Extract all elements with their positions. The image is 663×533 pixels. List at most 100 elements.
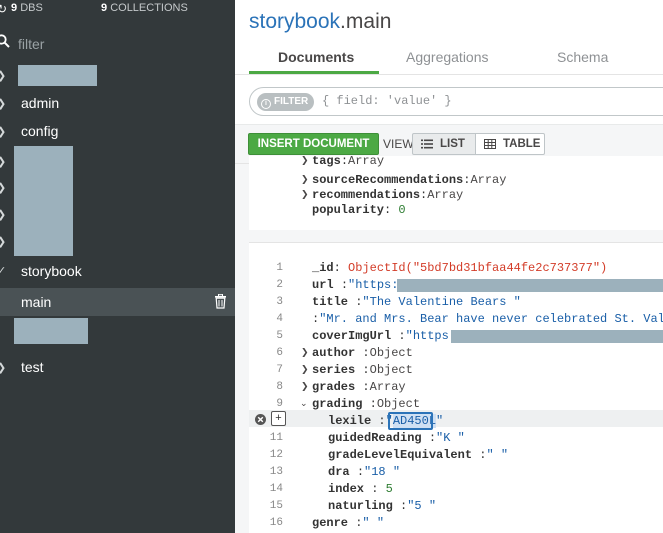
redacted-block xyxy=(14,318,88,344)
line-number: 2 xyxy=(276,279,283,291)
sidebar-db-storybook[interactable]: ✓ storybook xyxy=(0,260,235,284)
sidebar-db-admin[interactable]: ❯ admin xyxy=(0,92,235,116)
refresh-icon[interactable]: ↻ xyxy=(0,2,9,16)
field-source-recommendations[interactable]: sourceRecommendations:Array xyxy=(312,173,506,187)
collections-stat: 9 COLLECTIONS xyxy=(101,2,188,14)
sidebar-db-redacted[interactable]: ❯ xyxy=(0,176,235,200)
line-number: 3 xyxy=(276,296,283,308)
field-genre[interactable]: genre :" " xyxy=(312,516,384,530)
field-cover-img-url[interactable]: coverImgUrl :"https:// xyxy=(312,329,470,343)
title-collection: main xyxy=(345,10,392,33)
line-number: 15 xyxy=(269,500,283,512)
line-number: 16 xyxy=(269,517,283,529)
chevron-right-icon: ❯ xyxy=(0,125,6,138)
chevron-right-icon: ❯ xyxy=(0,97,6,110)
field-grade-level-equivalent[interactable]: gradeLevelEquivalent :" " xyxy=(328,448,508,462)
document-card-editing: + 1 2 3 4 5 6 7 8 9 11 12 13 14 15 16 17… xyxy=(249,242,663,533)
db-name: storybook xyxy=(21,263,82,279)
edit-focus-ring xyxy=(388,412,433,430)
chevron-right-icon: ❯ xyxy=(0,155,6,168)
chevron-right-icon[interactable]: ❯ xyxy=(301,190,309,200)
trash-icon[interactable] xyxy=(214,294,227,309)
chevron-right-icon[interactable]: ❯ xyxy=(301,365,309,375)
line-number: 5 xyxy=(276,330,283,342)
sidebar-db-redacted[interactable]: ❯ xyxy=(0,203,235,227)
chevron-right-icon: ❯ xyxy=(0,235,6,248)
collection-name: main xyxy=(21,294,52,310)
field-id[interactable]: _id: ObjectId("5bd7bd31bfaa44fe2c737377"… xyxy=(312,261,607,275)
field-description[interactable]: :"Mr. and Mrs. Bear have never celebrate… xyxy=(312,312,663,326)
chevron-down-icon[interactable]: ⌄ xyxy=(300,399,308,409)
list-icon xyxy=(421,139,433,149)
redacted-block xyxy=(397,279,663,292)
line-number: 4 xyxy=(276,313,283,325)
tab-schema[interactable]: Schema xyxy=(557,49,608,65)
sidebar-db-redacted[interactable]: ❯ xyxy=(0,64,235,88)
chevron-right-icon[interactable]: ❯ xyxy=(301,348,309,358)
field-recommendations[interactable]: recommendations:Array xyxy=(312,188,463,202)
redacted-block xyxy=(18,65,97,86)
document-card: ❯ tags:Array ❯ sourceRecommendations:Arr… xyxy=(249,156,663,230)
sidebar-filter-input[interactable] xyxy=(18,33,218,55)
field-title[interactable]: title :"The Valentine Bears " xyxy=(312,295,521,309)
list-view-button[interactable]: LIST xyxy=(412,133,476,155)
line-number: 13 xyxy=(269,466,283,478)
line-number: 6 xyxy=(276,347,283,359)
db-name: admin xyxy=(21,95,60,111)
table-icon xyxy=(484,139,496,149)
chevron-right-icon: ❯ xyxy=(0,208,6,221)
documents-list: ❯ tags:Array ❯ sourceRecommendations:Arr… xyxy=(235,156,663,533)
sidebar-filter xyxy=(0,30,235,58)
sidebar-db-redacted[interactable]: ❯ xyxy=(0,230,235,254)
main-panel: storybook.main Documents Aggregations Sc… xyxy=(235,0,663,533)
insert-document-button[interactable]: INSERT DOCUMENT xyxy=(248,133,379,155)
search-icon xyxy=(0,34,10,48)
field-index[interactable]: index : 5 xyxy=(328,482,393,496)
sidebar: ↻ 9 DBS 9 COLLECTIONS ❯ ❯ admin ❯ config… xyxy=(0,0,235,533)
field-author[interactable]: author :Object xyxy=(312,346,413,360)
tab-documents[interactable]: Documents xyxy=(278,49,354,65)
sidebar-collection-main[interactable]: main xyxy=(0,288,235,316)
field-grades[interactable]: grades :Array xyxy=(312,380,406,394)
chevron-right-icon[interactable]: ❯ xyxy=(301,382,309,392)
chevron-right-icon: ❯ xyxy=(0,181,6,194)
chevron-right-icon[interactable]: ❯ xyxy=(301,175,309,185)
page-title: storybook.main xyxy=(249,10,392,33)
table-view-button[interactable]: TABLE xyxy=(475,133,545,155)
field-grading[interactable]: grading :Object xyxy=(312,397,420,411)
active-row-highlight xyxy=(249,410,663,427)
sidebar-db-config[interactable]: ❯ config xyxy=(0,120,235,144)
line-number: 9 xyxy=(276,398,283,410)
chevron-right-icon: ❯ xyxy=(0,69,6,82)
line-number: 11 xyxy=(269,432,283,444)
dbs-stat: 9 DBS xyxy=(11,2,43,14)
view-label: VIEW xyxy=(383,137,414,151)
line-number: 7 xyxy=(276,364,283,376)
chevron-right-icon[interactable]: ❯ xyxy=(301,156,309,166)
add-field-button[interactable]: + xyxy=(271,411,286,426)
field-popularity[interactable]: popularity: 0 xyxy=(312,203,406,217)
db-name: test xyxy=(21,359,44,375)
title-db[interactable]: storybook xyxy=(249,10,340,33)
tab-aggregations[interactable]: Aggregations xyxy=(406,49,489,65)
chevron-down-icon: ✓ xyxy=(0,265,7,277)
info-icon[interactable]: i xyxy=(261,99,271,109)
field-guided-reading[interactable]: guidedReading :"K " xyxy=(328,431,465,445)
field-tags[interactable]: tags:Array xyxy=(312,156,384,168)
redacted-block xyxy=(451,330,663,343)
query-bar[interactable]: i FILTER { field: 'value' } xyxy=(249,87,663,116)
field-dra[interactable]: dra :"18 " xyxy=(328,465,400,479)
filter-input[interactable]: { field: 'value' } xyxy=(322,94,452,108)
line-number: 8 xyxy=(276,381,283,393)
sidebar-db-redacted[interactable]: ❯ xyxy=(0,150,235,174)
filter-pill: i FILTER xyxy=(257,93,315,111)
field-naturling[interactable]: naturling :"5 " xyxy=(328,499,436,513)
delete-field-icon[interactable] xyxy=(255,414,266,425)
divider xyxy=(235,74,663,75)
sidebar-db-test[interactable]: ❯ test xyxy=(0,356,235,380)
db-name: config xyxy=(21,123,59,139)
line-number: 14 xyxy=(269,483,283,495)
line-number: 12 xyxy=(269,449,283,461)
chevron-right-icon: ❯ xyxy=(0,361,6,374)
field-series[interactable]: series :Object xyxy=(312,363,413,377)
